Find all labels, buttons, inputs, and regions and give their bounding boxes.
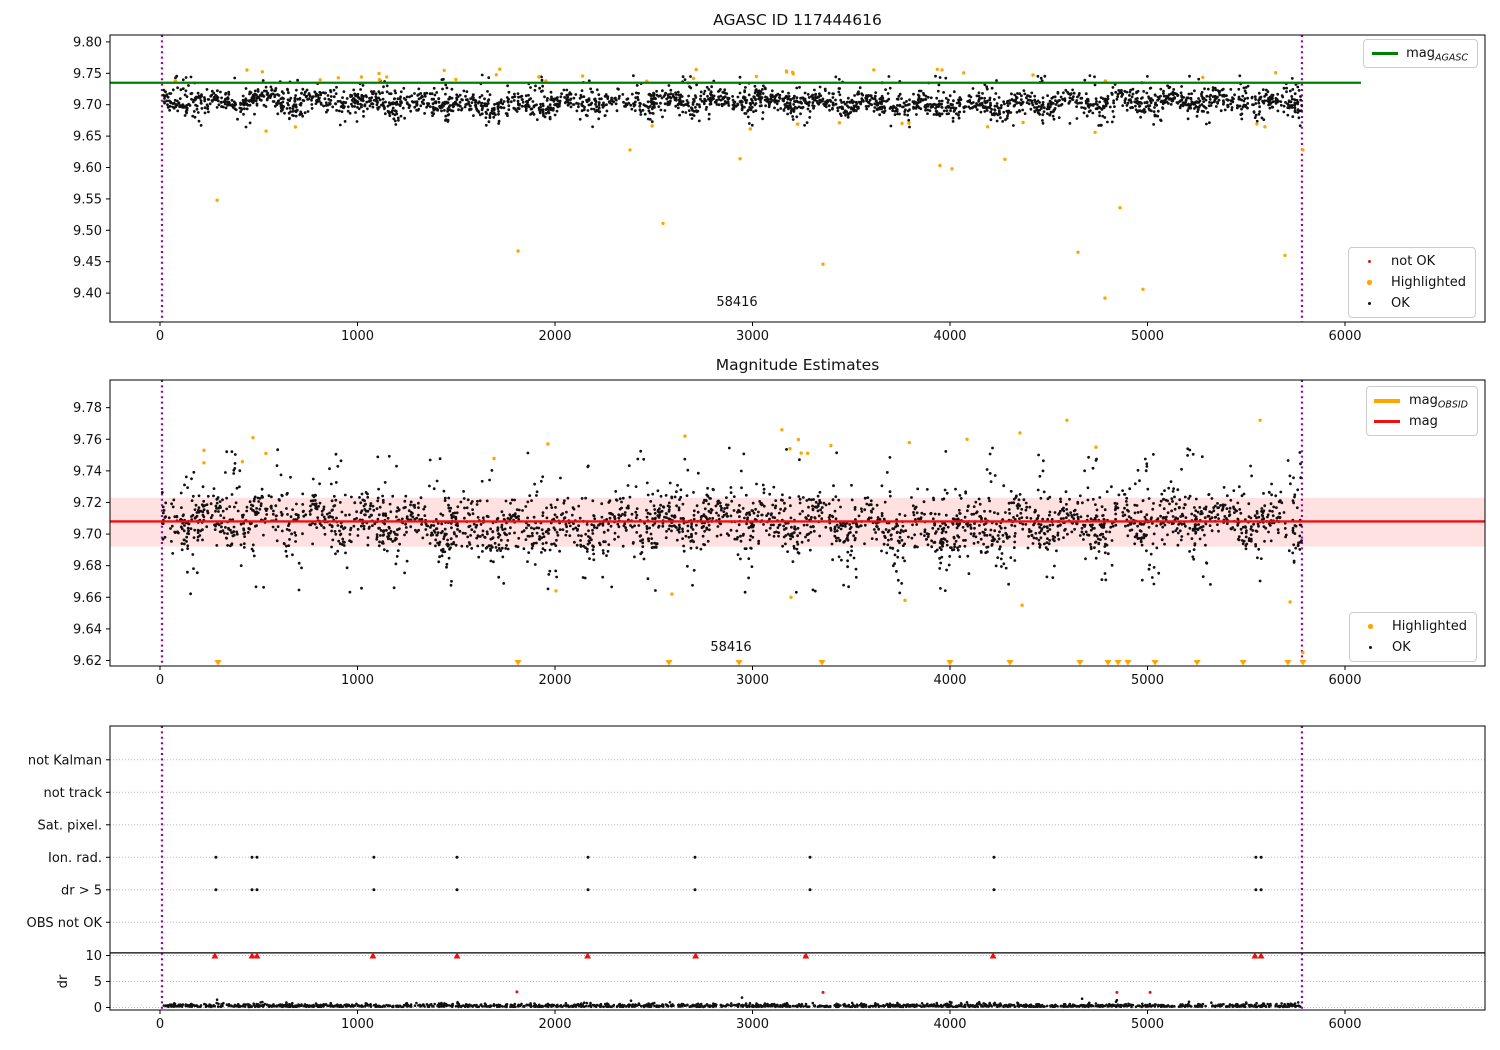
dr-axis-label: dr <box>56 974 71 988</box>
svg-text:2000: 2000 <box>538 1017 571 1032</box>
legend-entry-magagasc: magAGASC <box>1371 43 1468 64</box>
svg-text:1000: 1000 <box>341 329 374 344</box>
legend-label: Highlighted <box>1391 275 1466 290</box>
svg-text:not track: not track <box>43 786 102 801</box>
svg-text:9.80: 9.80 <box>73 35 102 50</box>
dot-swatch-orange <box>1357 624 1384 629</box>
svg-text:9.75: 9.75 <box>73 67 102 82</box>
svg-text:Sat. pixel.: Sat. pixel. <box>38 818 102 833</box>
legend-entry-highlighted: Highlighted <box>1357 616 1467 637</box>
legend-mag-agasc: magAGASC <box>1363 39 1478 68</box>
legend-label: magOBSID <box>1408 393 1468 411</box>
svg-text:9.70: 9.70 <box>73 98 102 113</box>
svg-text:Ion. rad.: Ion. rad. <box>48 851 102 866</box>
legend-label: OK <box>1392 640 1411 655</box>
svg-text:0: 0 <box>156 673 164 688</box>
legend-top-status: not OK Highlighted OK <box>1348 247 1476 318</box>
top-plot: 0 1000 2000 3000 4000 5000 6000 9.40 9.45 9.50 9.5… <box>73 34 1486 344</box>
legend-entry-ok: OK <box>1357 637 1467 658</box>
middle-plot: 0 1000 2000 3000 4000 5000 6000 9.62 9.64 9.66 9.6… <box>73 379 1486 688</box>
middle-plot-obsid-annotation: 58416 <box>710 640 752 655</box>
svg-text:2000: 2000 <box>538 673 571 688</box>
svg-text:10: 10 <box>85 949 102 964</box>
legend-label: not OK <box>1391 254 1436 269</box>
svg-text:9.66: 9.66 <box>73 591 102 606</box>
svg-text:6000: 6000 <box>1328 1017 1361 1032</box>
svg-text:9.74: 9.74 <box>73 464 102 479</box>
figure: 0 1000 2000 3000 4000 5000 6000 9.40 9.45 9.50 9.5… <box>0 0 1500 1050</box>
top-plot-obsid-annotation: 58416 <box>716 295 758 310</box>
dot-swatch-black <box>1356 301 1383 306</box>
legend-label: Highlighted <box>1392 619 1467 634</box>
middle-plot-title: Magnitude Estimates <box>715 356 880 374</box>
line-swatch-orange <box>1374 398 1401 403</box>
svg-text:3000: 3000 <box>736 329 769 344</box>
svg-text:5: 5 <box>94 975 102 990</box>
svg-text:1000: 1000 <box>341 1017 374 1032</box>
svg-text:OBS not OK: OBS not OK <box>27 916 103 931</box>
svg-text:9.72: 9.72 <box>73 496 102 511</box>
svg-text:5000: 5000 <box>1131 1017 1164 1032</box>
svg-text:6000: 6000 <box>1328 329 1361 344</box>
legend-entry-not-ok: not OK <box>1356 251 1466 272</box>
svg-text:9.50: 9.50 <box>73 224 102 239</box>
dot-swatch-orange <box>1356 280 1383 285</box>
legend-entry-highlighted: Highlighted <box>1356 272 1466 293</box>
svg-text:9.68: 9.68 <box>73 559 102 574</box>
svg-text:9.76: 9.76 <box>73 433 102 448</box>
svg-text:9.65: 9.65 <box>73 130 102 145</box>
svg-text:4000: 4000 <box>933 1017 966 1032</box>
svg-text:6000: 6000 <box>1328 673 1361 688</box>
line-swatch-red <box>1374 420 1401 423</box>
svg-text:3000: 3000 <box>736 1017 769 1032</box>
svg-text:4000: 4000 <box>933 329 966 344</box>
svg-text:9.45: 9.45 <box>73 255 102 270</box>
legend-mag-lines: magOBSID mag <box>1365 386 1478 436</box>
legend-entry-mag: mag <box>1374 411 1468 432</box>
svg-text:3000: 3000 <box>736 673 769 688</box>
legend-label: magAGASC <box>1406 46 1468 64</box>
legend-label: OK <box>1391 296 1410 311</box>
legend-middle-status: Highlighted OK <box>1349 612 1477 662</box>
svg-text:0: 0 <box>156 329 164 344</box>
svg-text:9.55: 9.55 <box>73 192 102 207</box>
line-swatch-green <box>1371 52 1398 55</box>
legend-entry-magobsid: magOBSID <box>1374 390 1468 411</box>
svg-text:1000: 1000 <box>341 673 374 688</box>
legend-entry-ok: OK <box>1356 293 1466 314</box>
dot-swatch-red <box>1356 260 1383 263</box>
svg-text:5000: 5000 <box>1131 673 1164 688</box>
dot-swatch-black <box>1357 645 1384 650</box>
legend-label: mag <box>1408 414 1438 429</box>
svg-text:9.70: 9.70 <box>73 528 102 543</box>
svg-text:2000: 2000 <box>538 329 571 344</box>
svg-text:not Kalman: not Kalman <box>28 753 102 768</box>
svg-text:4000: 4000 <box>933 673 966 688</box>
svg-text:9.78: 9.78 <box>73 401 102 416</box>
svg-text:5000: 5000 <box>1131 329 1164 344</box>
svg-text:dr > 5: dr > 5 <box>61 883 102 898</box>
svg-text:0: 0 <box>156 1017 164 1032</box>
charts-canvas: 0 1000 2000 3000 4000 5000 60009.409.459.509.5… <box>27 34 1486 1032</box>
bottom-plot: 0 1000 2000 3000 4000 5000 6000 not Kalman not t… <box>27 725 1486 1032</box>
svg-text:9.60: 9.60 <box>73 161 102 176</box>
svg-text:9.40: 9.40 <box>73 287 102 302</box>
svg-text:0: 0 <box>94 1001 102 1016</box>
top-plot-title: AGASC ID 117444616 <box>713 11 882 29</box>
svg-text:9.64: 9.64 <box>73 622 102 637</box>
svg-text:9.62: 9.62 <box>73 654 102 669</box>
